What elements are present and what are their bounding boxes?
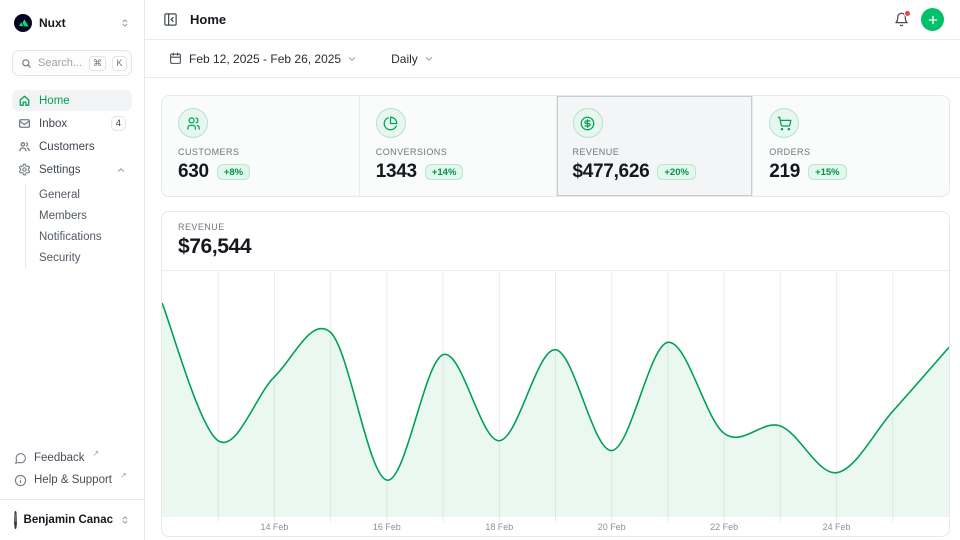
- sidebar-collapse-button[interactable]: [161, 10, 180, 29]
- revenue-chart-card: REVENUE $76,544 14 Feb 16 Feb 18 Feb 20 Feb…: [161, 211, 950, 537]
- sidebar-nav: Home Inbox 4 Customers Setting: [12, 90, 132, 268]
- revenue-chart-plot[interactable]: 14 Feb 16 Feb 18 Feb 20 Feb 22 Feb 24 Feb: [162, 271, 949, 536]
- date-range-label: Feb 12, 2025 - Feb 26, 2025: [189, 52, 341, 66]
- sidebar: Nuxt Search... ⌘ K Home: [0, 0, 145, 540]
- chevrons-up-down-icon: [120, 18, 130, 28]
- avatar: [14, 511, 17, 529]
- sidebar-item-settings[interactable]: Settings: [12, 159, 132, 180]
- sidebar-item-inbox[interactable]: Inbox 4: [12, 113, 132, 134]
- kbd-cmd: ⌘: [89, 56, 106, 71]
- external-link-icon: ↗: [120, 471, 127, 480]
- sidebar-item-security[interactable]: Security: [26, 247, 132, 268]
- sidebar-item-label: Customers: [39, 141, 95, 153]
- sidebar-item-home[interactable]: Home: [12, 90, 132, 111]
- content: CUSTOMERS 630 +8% CONVERSIONS 1343 +14%: [145, 78, 960, 540]
- info-circle-icon: [14, 474, 27, 487]
- x-axis-tick-label: 24 Feb: [823, 522, 851, 532]
- chart-metric-label: REVENUE: [178, 222, 933, 232]
- plus-icon: [927, 14, 939, 26]
- stat-delta-badge: +20%: [657, 164, 696, 180]
- topbar: Home: [145, 0, 960, 40]
- stat-label: CONVERSIONS: [376, 147, 540, 157]
- chevron-down-icon: [424, 54, 434, 64]
- page-title: Home: [190, 12, 882, 27]
- sidebar-item-label: Inbox: [39, 118, 67, 130]
- stat-label: ORDERS: [769, 147, 933, 157]
- search-placeholder: Search...: [38, 57, 83, 69]
- stat-delta-badge: +8%: [217, 164, 250, 180]
- chevron-up-icon: [116, 165, 126, 175]
- revenue-chart-svg: 14 Feb 16 Feb 18 Feb 20 Feb 22 Feb 24 Feb: [162, 271, 949, 536]
- stat-value: 219: [769, 161, 800, 183]
- house-icon: [18, 94, 31, 107]
- chart-metric-value: $76,544: [178, 235, 933, 259]
- feedback-label: Feedback: [34, 452, 85, 464]
- nuxt-logo-icon: [14, 14, 32, 32]
- revenue-chart-header: REVENUE $76,544: [162, 212, 949, 271]
- dollar-circle-icon: [573, 108, 603, 138]
- pie-chart-icon: [376, 108, 406, 138]
- filters-toolbar: Feb 12, 2025 - Feb 26, 2025 Daily: [145, 40, 960, 78]
- chevron-down-icon: [347, 54, 357, 64]
- stat-delta-badge: +15%: [808, 164, 847, 180]
- inbox-count-badge: 4: [111, 116, 126, 131]
- search-input[interactable]: Search... ⌘ K: [12, 50, 132, 76]
- x-axis-tick-label: 14 Feb: [260, 522, 288, 532]
- add-button[interactable]: [921, 8, 944, 31]
- x-axis-tick-label: 22 Feb: [710, 522, 738, 532]
- mail-icon: [18, 117, 31, 130]
- sidebar-divider: [0, 499, 144, 500]
- notifications-button[interactable]: [892, 10, 911, 29]
- help-support-label: Help & Support: [34, 474, 112, 486]
- sidebar-item-members[interactable]: Members: [26, 205, 132, 226]
- team-name: Nuxt: [39, 16, 113, 30]
- panel-left-close-icon: [163, 12, 178, 27]
- team-switcher[interactable]: Nuxt: [12, 10, 132, 36]
- period-select[interactable]: Daily: [383, 47, 442, 71]
- cart-icon: [769, 108, 799, 138]
- search-icon: [21, 58, 32, 69]
- sidebar-item-label: Settings: [39, 164, 81, 176]
- users-icon: [18, 140, 31, 153]
- external-link-icon: ↗: [93, 449, 100, 458]
- sidebar-item-notifications[interactable]: Notifications: [26, 226, 132, 247]
- main-area: Home Feb 12, 2025 - Feb 26, 2025: [145, 0, 960, 540]
- stat-delta-badge: +14%: [425, 164, 464, 180]
- gear-icon: [18, 163, 31, 176]
- calendar-icon: [169, 52, 182, 65]
- message-bubble-icon: [14, 452, 27, 465]
- sidebar-item-label: Home: [39, 95, 70, 107]
- users-icon: [178, 108, 208, 138]
- user-name: Benjamin Canac: [24, 514, 113, 526]
- x-axis-tick-label: 18 Feb: [485, 522, 513, 532]
- sidebar-item-customers[interactable]: Customers: [12, 136, 132, 157]
- stat-card-orders[interactable]: ORDERS 219 +15%: [752, 96, 949, 196]
- notification-dot: [904, 10, 911, 17]
- stat-label: REVENUE: [573, 147, 737, 157]
- stat-card-customers[interactable]: CUSTOMERS 630 +8%: [162, 96, 359, 196]
- stat-value: $477,626: [573, 161, 650, 183]
- user-menu[interactable]: Benjamin Canac: [12, 508, 132, 532]
- stats-row: CUSTOMERS 630 +8% CONVERSIONS 1343 +14%: [161, 95, 950, 197]
- stat-card-conversions[interactable]: CONVERSIONS 1343 +14%: [359, 96, 556, 196]
- x-axis-tick-label: 16 Feb: [373, 522, 401, 532]
- kbd-k: K: [112, 56, 127, 71]
- app-root: Nuxt Search... ⌘ K Home: [0, 0, 960, 540]
- stat-value: 1343: [376, 161, 417, 183]
- x-axis-tick-label: 20 Feb: [598, 522, 626, 532]
- stat-label: CUSTOMERS: [178, 147, 343, 157]
- feedback-link[interactable]: Feedback ↗: [12, 447, 132, 469]
- chevrons-up-down-icon: [120, 515, 130, 525]
- date-range-picker[interactable]: Feb 12, 2025 - Feb 26, 2025: [161, 47, 365, 71]
- stat-card-revenue[interactable]: REVENUE $477,626 +20%: [556, 96, 753, 196]
- help-support-link[interactable]: Help & Support ↗: [12, 469, 132, 491]
- settings-subnav: General Members Notifications Security: [25, 184, 132, 268]
- sidebar-item-general[interactable]: General: [26, 184, 132, 205]
- period-label: Daily: [391, 52, 418, 66]
- stat-value: 630: [178, 161, 209, 183]
